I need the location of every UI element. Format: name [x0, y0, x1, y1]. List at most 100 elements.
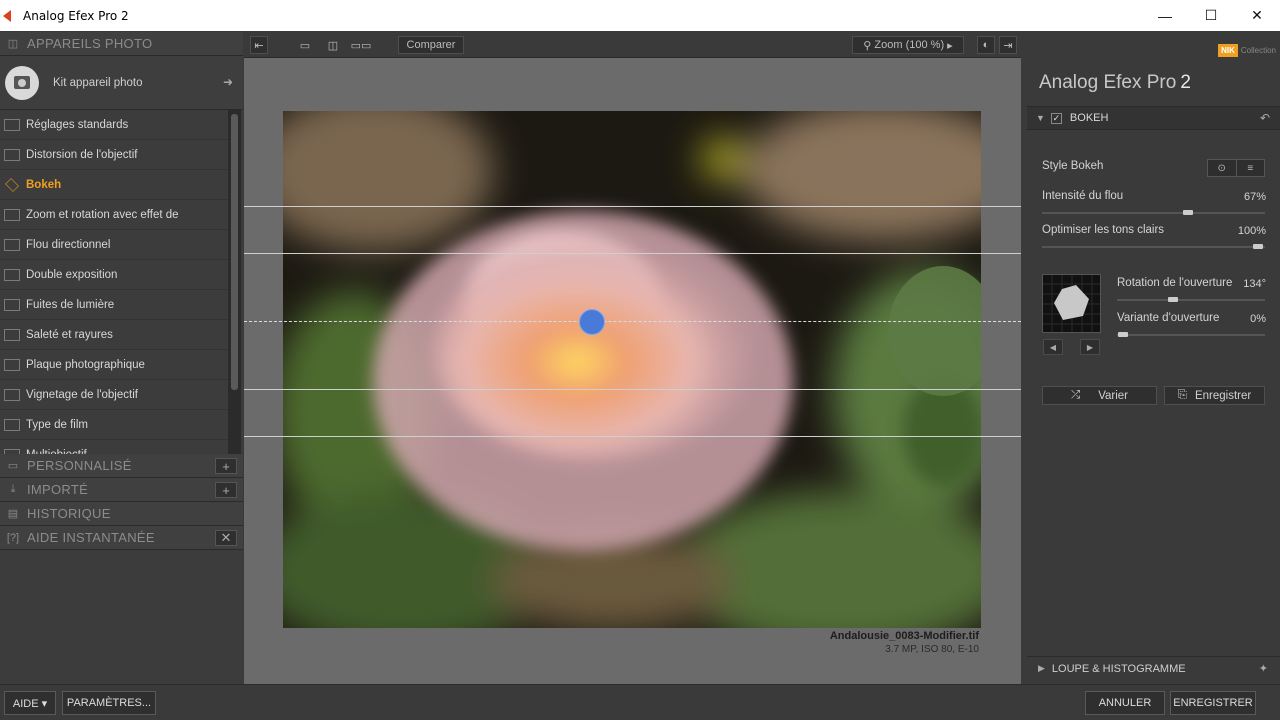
filter-item[interactable]: Distorsion de l'objectif [0, 140, 228, 170]
save-preset-button[interactable]: ⎘ Enregistrer [1164, 386, 1265, 405]
help-section-label: AIDE INSTANTANÉE [27, 530, 155, 545]
chevron-right-icon: ▸ [944, 39, 953, 52]
app-icon [3, 9, 17, 23]
next-shape-button[interactable]: ▶ [1080, 339, 1100, 355]
previous-shape-button[interactable]: ◀ [1043, 339, 1063, 355]
view-toolbar: ⇤ ▭ ◫ ▭▭ Comparer ⚲ Zoom (100 %) ▸ ◐ ⇥ [244, 32, 1021, 58]
close-button[interactable]: ✕ [1234, 0, 1280, 31]
filter-label: Fuites de lumière [26, 298, 115, 311]
preview-image [283, 111, 981, 628]
aperture-variant-value: 0% [1250, 313, 1266, 325]
filter-icon [4, 208, 20, 221]
panel-toggle-icon[interactable]: ⇤ [250, 36, 268, 54]
add-custom-button[interactable]: + [215, 458, 237, 474]
shuffle-icon: ⤮ [1070, 389, 1081, 401]
panel-toggle-right-icon[interactable]: ⇥ [999, 36, 1017, 54]
arrow-right-icon[interactable]: ➜ [223, 75, 233, 89]
help-section-header[interactable]: [?] AIDE INSTANTANÉE ✕ [0, 526, 243, 550]
aperture-style-icon[interactable]: ⊙ [1208, 160, 1237, 176]
background-toggle-icon[interactable]: ◐ [977, 36, 995, 54]
aperture-rotation-knob[interactable] [1168, 297, 1178, 302]
filter-label: Réglages standards [26, 118, 129, 131]
aperture-variant-slider[interactable] [1117, 334, 1265, 336]
filter-list: Réglages standards Distorsion de l'object… [0, 110, 243, 454]
single-view-icon[interactable]: ▭ [294, 36, 316, 54]
settings-button[interactable]: PARAMÈTRES... [62, 691, 156, 715]
collapse-triangle-icon[interactable]: ▼ [1036, 113, 1045, 123]
filter-item[interactable]: Réglages standards [0, 110, 228, 140]
title-bar: Analog Efex Pro 2 — ☐ ✕ [0, 0, 1280, 31]
filter-icon [4, 298, 20, 311]
focus-center-line[interactable] [244, 321, 1021, 322]
blur-zone-line-top-inner[interactable] [244, 253, 1021, 254]
filter-item[interactable]: Fuites de lumière [0, 290, 228, 320]
loupe-histogram-header[interactable]: ▶ LOUPE & HISTOGRAMME ✦ [1027, 656, 1280, 680]
filter-item[interactable]: Double exposition [0, 260, 228, 290]
blur-zone-line-top-outer[interactable] [244, 206, 1021, 207]
filter-icon [4, 358, 20, 371]
filter-list-scrollbar[interactable] [228, 110, 241, 454]
custom-section-header[interactable]: ▭ PERSONNALISÉ + [0, 454, 243, 478]
vary-button[interactable]: ⤮ Varier [1042, 386, 1157, 405]
minimize-button[interactable]: — [1142, 0, 1188, 31]
highlights-knob[interactable] [1253, 244, 1263, 249]
compare-button[interactable]: Comparer [398, 36, 464, 54]
rose-photo [283, 111, 981, 628]
filter-name: BOKEH [1069, 112, 1109, 124]
save-button[interactable]: ENREGISTRER [1170, 691, 1256, 715]
blur-zone-line-bottom-inner[interactable] [244, 389, 1021, 390]
add-import-button[interactable]: + [215, 482, 237, 498]
bokeh-filter-header[interactable]: ▼ ✓ BOKEH ↶ [1027, 106, 1280, 130]
vary-label: Varier [1098, 389, 1129, 402]
magnifier-icon: ⚲ [863, 39, 875, 52]
close-help-button[interactable]: ✕ [215, 530, 237, 546]
help-button[interactable]: AIDE ▾ [4, 691, 56, 715]
history-section-header[interactable]: ▤ HISTORIQUE [0, 502, 243, 526]
blur-intensity-slider[interactable] [1042, 212, 1265, 214]
image-canvas[interactable]: Andalousie_0083-Modifier.tif 3.7 MP, ISO… [244, 58, 1021, 684]
aperture-rotation-value: 134° [1243, 278, 1266, 290]
imported-section-header[interactable]: ⤓ IMPORTÉ + [0, 478, 243, 502]
aperture-variant-knob[interactable] [1118, 332, 1128, 337]
collection-label: Collection [1240, 46, 1276, 55]
list-style-icon[interactable]: ≡ [1237, 160, 1265, 176]
aperture-rotation-label: Rotation de l'ouverture [1117, 277, 1233, 289]
app-title: Analog Efex Pro 2 [1039, 72, 1191, 94]
filter-icon [4, 118, 20, 131]
imported-section-label: IMPORTÉ [27, 482, 89, 497]
scrollbar-thumb[interactable] [231, 114, 238, 390]
filter-item[interactable]: Type de film [0, 410, 228, 440]
side-by-side-view-icon[interactable]: ▭▭ [348, 36, 374, 54]
reset-icon[interactable]: ↶ [1260, 111, 1270, 125]
filter-icon [4, 148, 20, 161]
filter-item[interactable]: Bokeh [0, 170, 228, 200]
camera-kit-item[interactable]: Kit appareil photo ➜ [0, 56, 243, 110]
filter-item[interactable]: Saleté et rayures [0, 320, 228, 350]
filter-item[interactable]: Flou directionnel [0, 230, 228, 260]
filter-enable-checkbox[interactable]: ✓ [1050, 112, 1062, 124]
filter-icon [4, 328, 20, 341]
bokeh-style-selector[interactable]: ⊙ ≡ [1207, 159, 1265, 177]
aperture-rotation-slider[interactable] [1117, 299, 1265, 301]
filter-icon [4, 388, 20, 401]
save-preset-label: Enregistrer [1194, 389, 1252, 402]
expand-triangle-icon[interactable]: ▶ [1038, 663, 1045, 674]
filter-item[interactable]: Zoom et rotation avec effet de [0, 200, 228, 230]
blur-zone-line-bottom-outer[interactable] [244, 436, 1021, 437]
zoom-dropdown[interactable]: ⚲ Zoom (100 %) ▸ [852, 36, 964, 54]
filter-label: Vignetage de l'objectif [26, 388, 138, 401]
cancel-button[interactable]: ANNULER [1085, 691, 1165, 715]
split-view-icon[interactable]: ◫ [322, 36, 344, 54]
image-metadata: 3.7 MP, ISO 80, E-10 [885, 644, 979, 655]
focus-control-point[interactable] [579, 309, 605, 335]
filter-label: Distorsion de l'objectif [26, 148, 138, 161]
highlights-slider[interactable] [1042, 246, 1265, 248]
pin-icon[interactable]: ✦ [1259, 662, 1268, 675]
blur-intensity-knob[interactable] [1183, 210, 1193, 215]
filter-item[interactable]: Multiobjectif [0, 440, 228, 454]
filter-item[interactable]: Vignetage de l'objectif [0, 380, 228, 410]
cameras-section-header[interactable]: ◫ APPAREILS PHOTO [0, 32, 243, 56]
blur-intensity-label: Intensité du flou [1042, 190, 1124, 202]
maximize-button[interactable]: ☐ [1188, 0, 1234, 31]
filter-item[interactable]: Plaque photographique [0, 350, 228, 380]
